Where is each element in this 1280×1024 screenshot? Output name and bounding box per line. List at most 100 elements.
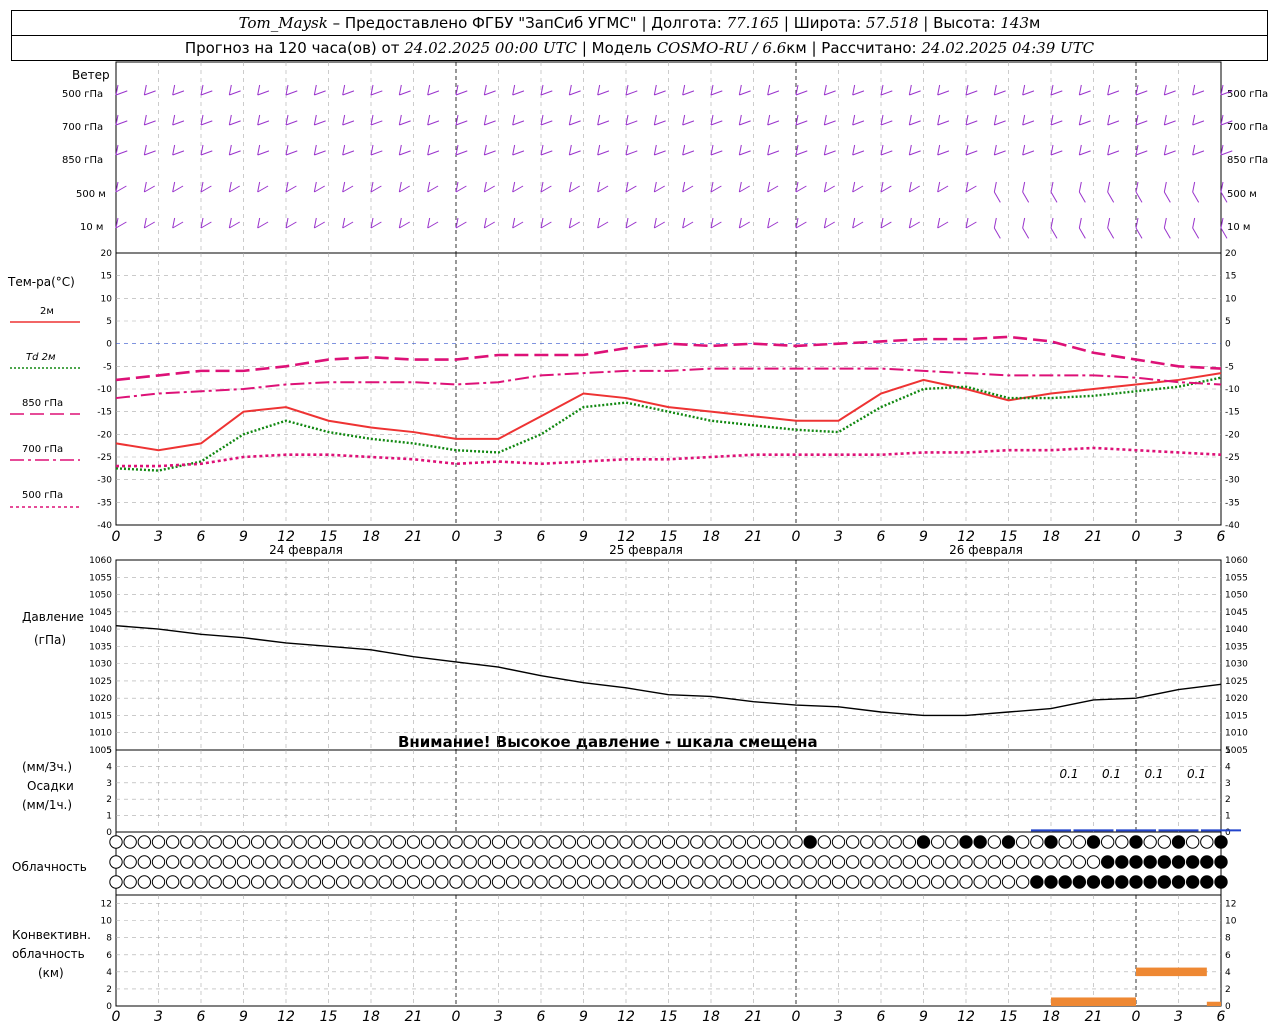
wind-barb-feather: [993, 84, 997, 96]
hour-tick-label-bottom: 0: [112, 1009, 121, 1024]
wind-barb: [965, 150, 978, 156]
cloud-cover-circle: [222, 875, 237, 889]
wind-barb: [795, 185, 807, 193]
pressure-ytick-right: 1040: [1225, 625, 1248, 635]
cloud-cover-circle: [1143, 855, 1157, 869]
wind-barb-feather: [1192, 114, 1196, 126]
wind-barb: [455, 150, 468, 156]
cloud-cover-circle: [1001, 835, 1016, 849]
hour-tick-label-bottom: 3: [154, 1009, 163, 1024]
cloud-cover-circle: [194, 835, 208, 849]
cloud-cover-circle: [406, 875, 421, 889]
wind-barb: [824, 185, 835, 193]
cloud-cover-circle: [1129, 875, 1143, 889]
conv-ytick-left: 2: [106, 985, 112, 995]
precip-label: 0.1: [1187, 767, 1206, 781]
conv-ytick-right: 12: [1225, 900, 1236, 910]
cloud-cover-circle: [1171, 875, 1186, 889]
hour-tick-label: 6: [197, 529, 206, 545]
cloud-cover-circle: [335, 835, 350, 849]
cloud-cover-circle: [1115, 875, 1129, 889]
cloud-cover-circle: [973, 855, 987, 869]
cloud-cover-circle: [690, 855, 704, 869]
wind-barb: [1078, 227, 1086, 239]
temp-ytick-left: -15: [97, 408, 112, 418]
wind-barb: [229, 221, 240, 229]
cloud-cover-circle: [661, 835, 676, 849]
cloud-cover-circle: [520, 835, 534, 849]
wind-barb: [1135, 227, 1143, 239]
wind-barb: [455, 120, 468, 126]
pressure-ytick-left: 1060: [89, 556, 112, 566]
hour-tick-label-bottom: 6: [197, 1009, 206, 1024]
wind-barb: [852, 150, 865, 156]
cloud-cover-circle: [845, 875, 860, 889]
wind-barb: [710, 185, 722, 193]
precip-bar: [1158, 829, 1199, 832]
cloud-cover-circle: [675, 855, 690, 869]
cloud-cover-circle: [1072, 875, 1087, 889]
wind-barb: [852, 90, 865, 96]
wind-barb-feather: [852, 84, 856, 96]
pressure-ytick-right: 1010: [1225, 729, 1248, 739]
conv-ytick-right: 4: [1225, 968, 1231, 978]
cloud-cover-circle: [916, 875, 931, 889]
precip-ytick-right: 2: [1225, 795, 1231, 805]
wind-barb: [200, 221, 212, 229]
cloud-cover-circle: [633, 875, 647, 889]
wind-barb: [909, 120, 921, 126]
cloud-cover-circle: [208, 855, 222, 869]
precip-ytick-left: 5: [106, 746, 112, 756]
wind-barb-feather: [823, 114, 827, 126]
wind-barb: [285, 185, 297, 193]
cloud-cover-circle: [902, 835, 917, 849]
cloud-cover-circle: [350, 835, 364, 849]
wind-barb: [654, 221, 665, 229]
cloud-cover-circle: [718, 835, 732, 849]
wind-barb: [1050, 191, 1058, 203]
wind-barb: [455, 185, 467, 193]
wind-barb: [512, 150, 525, 156]
wind-barb: [540, 221, 552, 229]
wind-barb: [512, 185, 524, 193]
wind-barb: [710, 150, 723, 156]
cloud-cover-circle: [279, 875, 293, 889]
wind-barb: [682, 185, 694, 193]
wind-barb-feather: [597, 114, 601, 126]
wind-barb-feather: [908, 84, 912, 96]
cloud-cover-circle: [647, 835, 662, 849]
wind-barb: [115, 150, 128, 156]
wind-barb: [172, 221, 184, 229]
temp-ytick-right: 20: [1225, 249, 1237, 259]
cloud-cover-circle: [1044, 835, 1058, 849]
cloud-cover-circle: [137, 855, 152, 869]
wind-barb: [795, 90, 808, 96]
cloud-cover-circle: [307, 835, 322, 849]
cloud-cover-circle: [690, 875, 704, 889]
cloud-cover-circle: [661, 875, 676, 889]
wind-barb-feather: [1107, 84, 1111, 96]
wind-barb: [257, 221, 269, 229]
cloud-cover-circle: [945, 855, 959, 869]
cloud-cover-circle: [775, 835, 789, 849]
wind-barb: [399, 185, 410, 193]
wind-barb: [739, 90, 751, 96]
wind-barb-feather: [1163, 181, 1167, 193]
hour-tick-label-bottom: 3: [834, 1009, 843, 1024]
cloud-cover-circle: [364, 835, 378, 849]
cloud-cover-circle: [1086, 875, 1101, 889]
hour-tick-label: 9: [579, 529, 588, 545]
cloud-cover-circle: [1143, 875, 1157, 889]
wind-barb: [370, 221, 382, 229]
cloud-cover-circle: [236, 875, 251, 889]
wind-barb: [1135, 150, 1148, 156]
precip-label: 0.1: [1102, 767, 1121, 781]
conv-ytick-left: 8: [106, 934, 112, 944]
pressure-ytick-right: 1060: [1225, 556, 1248, 566]
wind-barb-feather: [682, 114, 686, 126]
wind-barb: [937, 221, 949, 229]
hour-tick-label: 9: [919, 529, 928, 545]
cloud-cover-circle: [562, 875, 577, 889]
wind-barb-feather: [767, 114, 771, 126]
wind-barb: [1192, 120, 1205, 126]
